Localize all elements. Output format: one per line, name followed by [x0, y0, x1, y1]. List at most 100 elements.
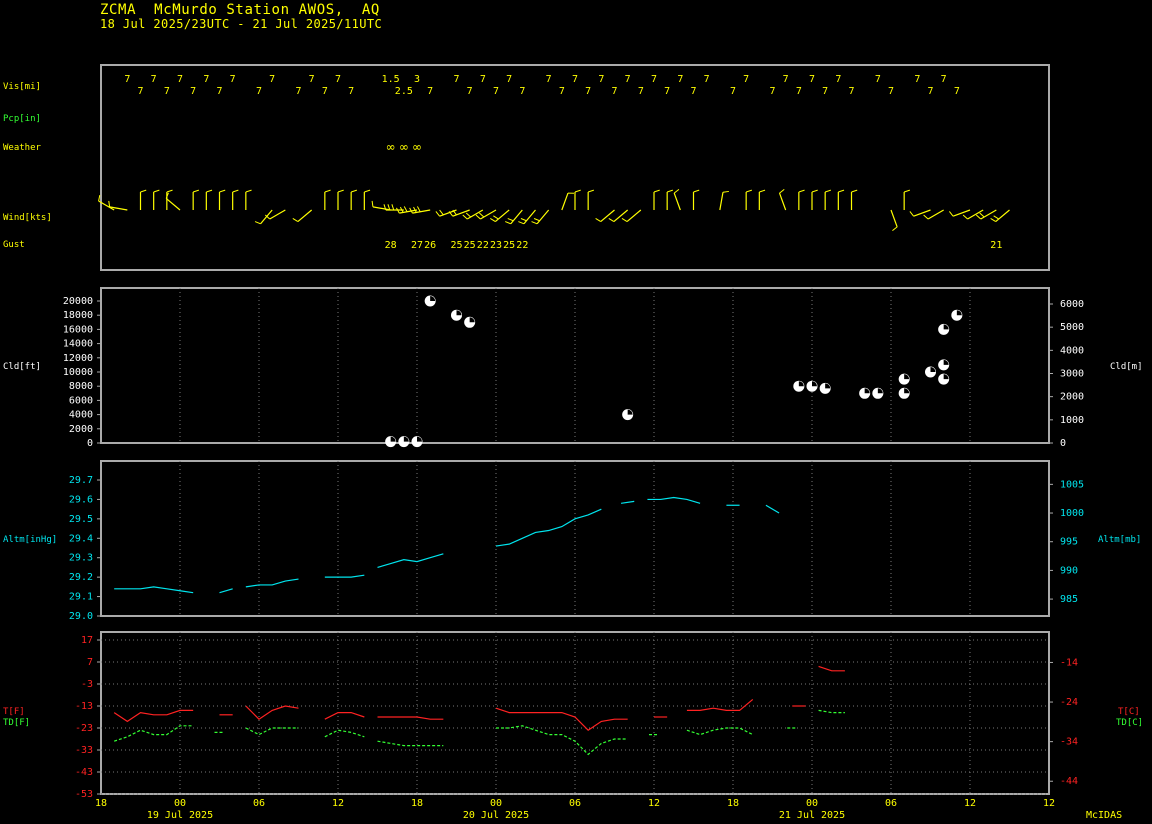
wind-barb-flag: [825, 189, 832, 193]
date-label: 20 Jul 2025: [463, 810, 529, 821]
wind-barb: [758, 189, 766, 210]
visibility-value: 7: [322, 86, 328, 97]
wind-barb-staff: [980, 209, 997, 220]
wind-barb-flag: [479, 212, 485, 218]
time-range: 18 Jul 2025/23UTC - 21 Jul 2025/11UTC: [100, 17, 383, 31]
wind-barb-flag: [673, 188, 680, 194]
wind-barb-flag: [838, 189, 845, 193]
wind-barb-flag: [403, 206, 408, 212]
wind-barb-flag: [351, 189, 358, 193]
cloud-point: [872, 387, 884, 399]
wind-barb: [475, 209, 497, 220]
temp-ytick-right-label: -14: [1060, 657, 1078, 668]
visibility-value: 7: [651, 74, 657, 85]
xtick-label: 00: [490, 798, 502, 809]
visibility-value: 7: [690, 86, 696, 97]
altm-line-segment: [324, 574, 365, 578]
altm-ylabel: Altm[inHg]: [3, 535, 57, 545]
xtick-label: 12: [964, 798, 976, 809]
dewpoint-line-segment: [245, 727, 299, 736]
wind-barb-flag: [979, 212, 985, 218]
wind-barb: [745, 189, 753, 210]
wind-barb: [811, 189, 818, 210]
xtick-label: 18: [95, 798, 107, 809]
visibility-value: 7: [269, 74, 275, 85]
wind-barb-flag: [909, 211, 914, 217]
wind-barb-flag: [621, 217, 628, 222]
wind-barb: [850, 189, 858, 210]
cloud-point: [938, 323, 950, 335]
credit-label: McIDAS: [1086, 810, 1123, 821]
panel-frame-altimeter: [100, 460, 1050, 617]
visibility-value: 7: [137, 86, 143, 97]
visibility-value: 7: [453, 74, 459, 85]
altm-ytick-right-label: 990: [1060, 565, 1078, 576]
wind-barb-staff: [952, 209, 971, 217]
wind-barb-staff: [536, 209, 550, 225]
wind-barb: [574, 189, 581, 210]
gust-value: 25: [503, 240, 515, 251]
temperature-line-segment: [377, 716, 444, 720]
cloud-point-quadrant: [417, 436, 422, 442]
altm-line-segment: [765, 504, 780, 514]
wind-barb-flag: [608, 217, 615, 222]
visibility-value: 7: [546, 74, 552, 85]
temperature-line-segment: [245, 705, 299, 720]
xtick-label: 06: [569, 798, 581, 809]
wind-barb-flag: [98, 195, 101, 202]
wind-barb: [350, 189, 358, 210]
visibility-value: 7: [677, 74, 683, 85]
wind-barb-flag: [505, 221, 511, 225]
wind-barb-staff: [995, 209, 1010, 223]
altm-ytick-right-label: 995: [1060, 537, 1078, 548]
wind-barb-flag: [371, 200, 374, 207]
wind-barb-flag: [779, 188, 785, 194]
visibility-value: 7: [954, 86, 960, 97]
visibility-value: 7: [177, 74, 183, 85]
visibility-value: 7: [585, 86, 591, 97]
grid-lines: [101, 288, 1049, 795]
cloud-point-quadrant: [904, 388, 910, 394]
wind-barb-flag: [153, 189, 160, 193]
cloud-ytick-label: 20000: [63, 296, 93, 307]
visibility-value: 7: [348, 86, 354, 97]
wind-barb: [153, 189, 160, 210]
wind-barb-staff: [778, 192, 787, 211]
wind-barb-flag: [140, 189, 147, 193]
cloud-point: [451, 309, 462, 321]
cloud-point: [898, 387, 910, 399]
wind-barb-flag: [975, 214, 982, 220]
wind-barb-flag: [923, 214, 929, 220]
altm-ytick-label: 29.4: [69, 533, 93, 544]
visibility-value: 7: [151, 74, 157, 85]
wind-barb-staff: [494, 209, 510, 223]
wind-barb-flag: [507, 218, 514, 222]
cloud-point-quadrant: [943, 374, 949, 380]
xtick-label: 18: [727, 798, 739, 809]
dewpoint-line-segment: [818, 709, 845, 714]
cloud-point: [793, 380, 805, 392]
xtick-label: 00: [174, 798, 186, 809]
wind-barb-flag: [948, 211, 954, 217]
wind-barb-staff: [269, 209, 286, 220]
row-label-visibility: Vis[mi]: [3, 82, 41, 92]
wind-barb-staff: [613, 209, 629, 223]
wind-barb-flag: [520, 218, 527, 222]
cloud-ytick-right-label: 6000: [1060, 299, 1084, 310]
altm-ytick-right-label: 1005: [1060, 479, 1084, 490]
date-label: 21 Jul 2025: [779, 810, 845, 821]
altm-ytick-right-label: 985: [1060, 594, 1078, 605]
wind-barb-flag: [337, 189, 344, 193]
cloud-ytick-label: 12000: [63, 353, 93, 364]
cloud-ytick-right-label: 5000: [1060, 322, 1084, 333]
panel-frame-cloud: [100, 287, 1050, 444]
wind-barb: [824, 189, 832, 210]
row-label-wind: Wind[kts]: [3, 213, 52, 223]
cloud-point-quadrant: [456, 310, 462, 316]
meteogram-chart: Vis[mi] Pcp[in] Weather Wind[kts] Gust 0 2000 4…: [3, 64, 1143, 821]
wind-barb: [778, 188, 787, 211]
altm-ytick-label: 29.1: [69, 592, 93, 603]
cloud-points: [385, 295, 963, 448]
visibility-value: 7: [941, 74, 947, 85]
wind-barb-flag: [653, 189, 660, 193]
